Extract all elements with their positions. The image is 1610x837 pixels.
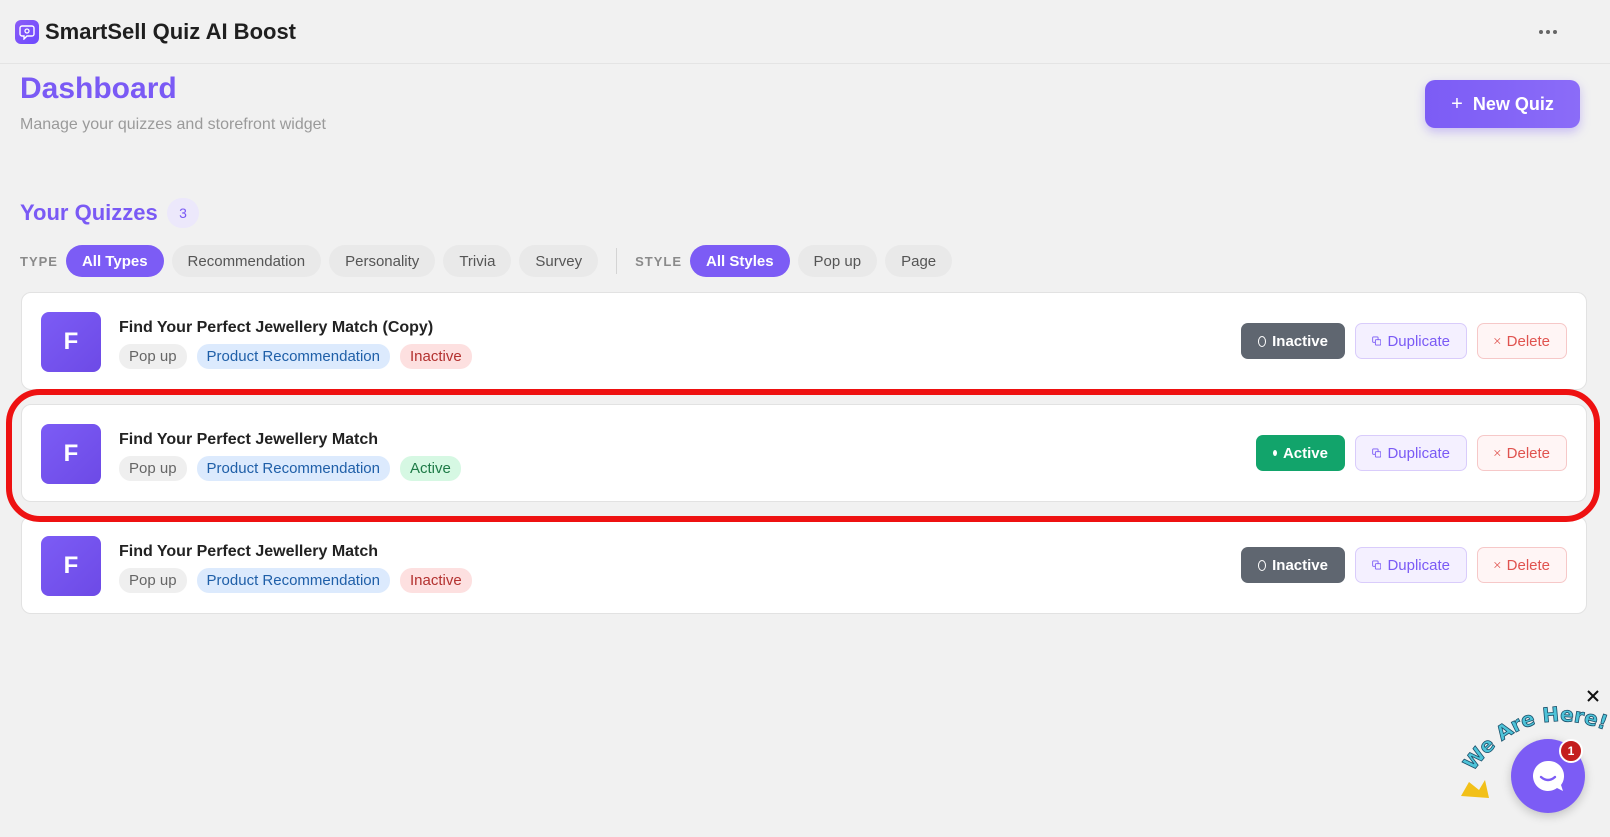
filter-chip-recommendation[interactable]: Recommendation	[171, 245, 322, 277]
copy-icon	[1372, 336, 1382, 346]
status-badge: Active	[399, 456, 461, 481]
close-icon	[1494, 337, 1501, 345]
copy-icon	[1372, 448, 1382, 458]
filter-chip-trivia[interactable]: Trivia	[443, 245, 512, 277]
delete-button[interactable]: Delete	[1477, 547, 1567, 583]
filter-chip-personality[interactable]: Personality	[329, 245, 436, 277]
top-bar: SmartSell Quiz AI Boost	[0, 0, 1610, 64]
quiz-actions: Active Duplicate Delete	[1256, 435, 1567, 471]
status-toggle-button[interactable]: Active	[1256, 435, 1345, 471]
circle-icon	[1258, 335, 1267, 347]
style-filter-label: STYLE	[635, 253, 683, 269]
quiz-name: Find Your Perfect Jewellery Match	[119, 543, 379, 560]
status-toggle-button[interactable]: Inactive	[1241, 547, 1345, 583]
new-quiz-button[interactable]: + New Quiz	[1425, 80, 1580, 128]
page-subtitle: Manage your quizzes and storefront widge…	[20, 116, 326, 133]
page-title: Dashboard	[20, 72, 177, 105]
type-tag: Product Recommendation	[196, 456, 390, 481]
more-options-icon[interactable]	[1534, 20, 1562, 44]
quiz-tags: Pop up Product Recommendation Active	[119, 456, 461, 481]
close-icon	[1494, 449, 1501, 457]
status-toggle-label: Active	[1282, 444, 1328, 462]
dot-icon	[1273, 450, 1277, 456]
quiz-card: F Find Your Perfect Jewellery Match (Cop…	[21, 292, 1587, 390]
quiz-card: F Find Your Perfect Jewellery Match Pop …	[21, 404, 1587, 502]
status-toggle-label: Inactive	[1272, 556, 1328, 574]
wave-hand-icon	[1461, 780, 1489, 798]
duplicate-label: Duplicate	[1387, 556, 1450, 574]
type-filter-label: TYPE	[20, 253, 58, 269]
delete-label: Delete	[1506, 444, 1550, 462]
status-badge: Inactive	[399, 568, 472, 593]
copy-icon	[1372, 560, 1382, 570]
quiz-card: F Find Your Perfect Jewellery Match Pop …	[21, 516, 1587, 614]
app-logo-icon	[15, 19, 39, 44]
app-title: SmartSell Quiz AI Boost	[45, 18, 297, 44]
filter-chip-page[interactable]: Page	[885, 245, 953, 277]
quiz-name: Find Your Perfect Jewellery Match	[119, 431, 379, 448]
notification-badge: 1	[1559, 739, 1583, 763]
delete-label: Delete	[1506, 332, 1550, 350]
quiz-tags: Pop up Product Recommendation Inactive	[119, 568, 472, 593]
section-title: Your Quizzes	[20, 200, 158, 225]
duplicate-label: Duplicate	[1387, 332, 1450, 350]
close-icon	[1494, 561, 1501, 569]
status-toggle-label: Inactive	[1272, 332, 1328, 350]
plus-icon: +	[1451, 92, 1463, 115]
status-toggle-button[interactable]: Inactive	[1241, 323, 1345, 359]
duplicate-button[interactable]: Duplicate	[1355, 547, 1467, 583]
quiz-count-badge: 3	[167, 198, 199, 228]
style-tag: Pop up	[119, 456, 187, 481]
quiz-avatar: F	[41, 424, 101, 484]
delete-button[interactable]: Delete	[1477, 323, 1567, 359]
filter-bar: TYPE All Types Recommendation Personalit…	[20, 245, 960, 277]
quiz-avatar: F	[41, 536, 101, 596]
filter-divider	[616, 248, 618, 274]
status-badge: Inactive	[399, 344, 472, 369]
filter-chip-pop-up[interactable]: Pop up	[797, 245, 878, 277]
chat-icon	[1533, 760, 1565, 791]
delete-label: Delete	[1506, 556, 1550, 574]
quiz-name: Find Your Perfect Jewellery Match (Copy)	[119, 319, 434, 336]
quiz-actions: Inactive Duplicate Delete	[1241, 323, 1567, 359]
circle-icon	[1258, 559, 1267, 571]
quiz-actions: Inactive Duplicate Delete	[1241, 547, 1567, 583]
duplicate-button[interactable]: Duplicate	[1355, 435, 1467, 471]
new-quiz-label: New Quiz	[1472, 93, 1554, 114]
quiz-tags: Pop up Product Recommendation Inactive	[119, 344, 472, 369]
type-tag: Product Recommendation	[196, 568, 390, 593]
type-tag: Product Recommendation	[196, 344, 390, 369]
delete-button[interactable]: Delete	[1477, 435, 1567, 471]
filter-chip-all-types[interactable]: All Types	[65, 245, 164, 277]
filter-chip-all-styles[interactable]: All Styles	[690, 245, 790, 277]
style-tag: Pop up	[119, 568, 187, 593]
duplicate-label: Duplicate	[1387, 444, 1450, 462]
filter-chip-survey[interactable]: Survey	[519, 245, 599, 277]
style-tag: Pop up	[119, 344, 187, 369]
quiz-avatar: F	[41, 312, 101, 372]
duplicate-button[interactable]: Duplicate	[1355, 323, 1467, 359]
